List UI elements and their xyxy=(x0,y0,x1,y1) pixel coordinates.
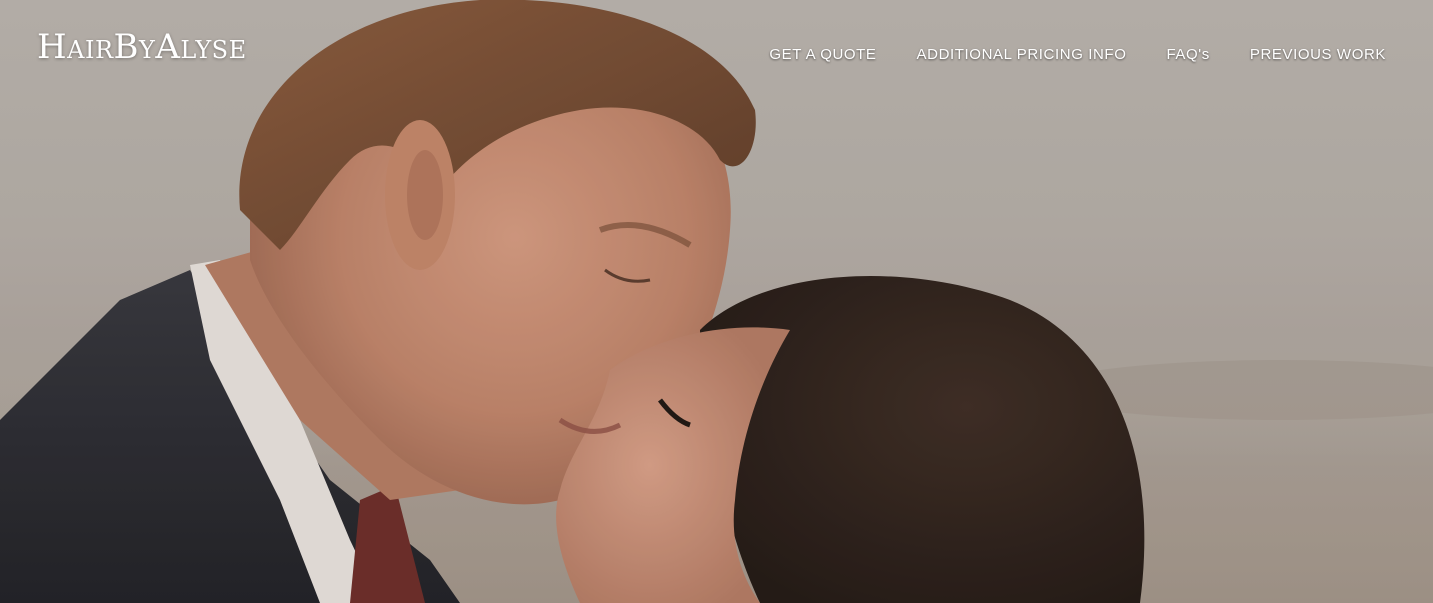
nav-faqs[interactable]: FAQ's xyxy=(1166,44,1209,66)
hero-section: HairByAlyse GET A QUOTE ADDITIONAL PRICI… xyxy=(0,0,1433,603)
nav-additional-pricing-info[interactable]: ADDITIONAL PRICING INFO xyxy=(917,44,1127,66)
main-nav: GET A QUOTE ADDITIONAL PRICING INFO FAQ'… xyxy=(769,44,1386,66)
site-logo[interactable]: HairByAlyse xyxy=(37,25,247,69)
nav-get-a-quote[interactable]: GET A QUOTE xyxy=(769,44,876,66)
nav-previous-work[interactable]: PREVIOUS WORK xyxy=(1250,44,1386,66)
site-header: HairByAlyse GET A QUOTE ADDITIONAL PRICI… xyxy=(0,0,1433,110)
